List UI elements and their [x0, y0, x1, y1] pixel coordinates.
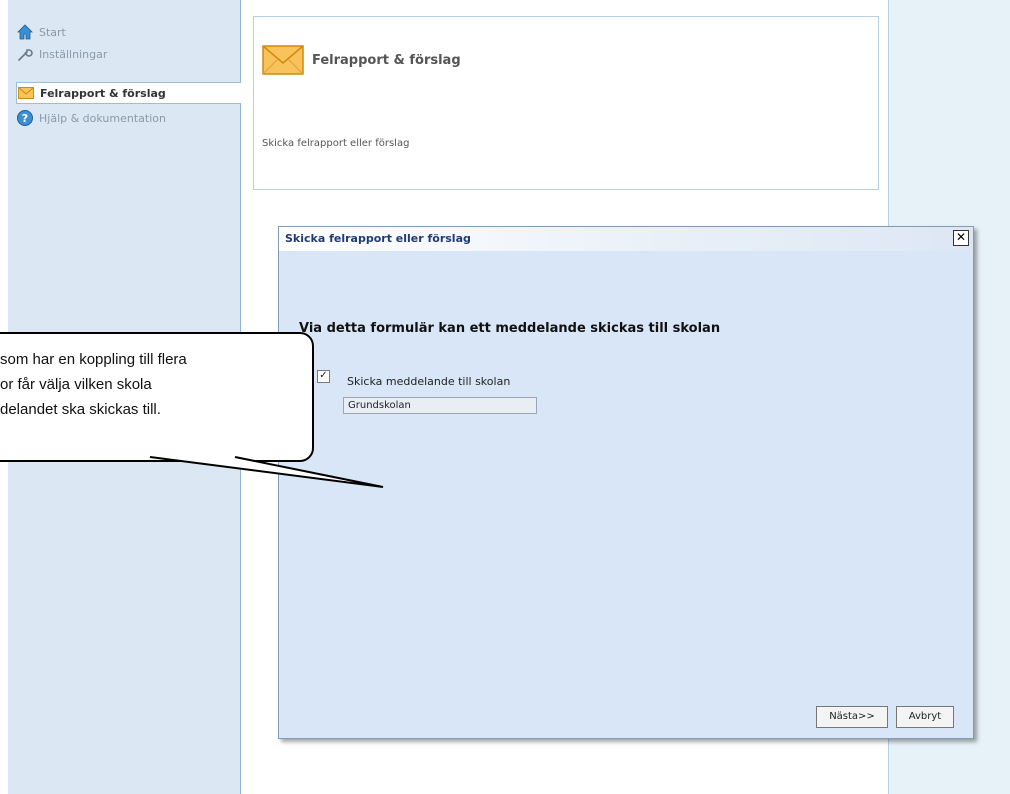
envelope-icon — [17, 84, 35, 102]
sidebar-item-label: Felrapport & förslag — [40, 86, 166, 100]
send-to-school-checkbox[interactable]: ✓ — [317, 370, 330, 383]
sidebar-item-settings[interactable]: Inställningar — [16, 44, 240, 64]
callout-line: or får välja vilken skola — [0, 376, 152, 393]
callout-text: som har en koppling till flera or får vä… — [0, 347, 290, 422]
feedback-dialog: Skicka felrapport eller förslag ✕ Via de… — [278, 226, 974, 739]
sidebar-item-feedback[interactable]: Felrapport & förslag — [16, 82, 241, 104]
page-subtitle: Skicka felrapport eller förslag — [262, 138, 410, 149]
checkbox-label: Skicka meddelande till skolan — [347, 375, 511, 388]
dialog-heading: Via detta formulär kan ett meddelande sk… — [299, 321, 721, 336]
close-button[interactable]: ✕ — [953, 230, 969, 246]
help-icon: ? — [16, 109, 34, 127]
home-icon — [16, 23, 34, 41]
envelope-icon — [262, 45, 304, 79]
dialog-title: Skicka felrapport eller förslag — [285, 232, 471, 245]
close-icon: ✕ — [955, 230, 967, 244]
callout-line: som har en koppling till flera — [0, 351, 187, 368]
cancel-button[interactable]: Avbryt — [896, 706, 954, 728]
sidebar-item-label: Inställningar — [39, 47, 108, 61]
svg-text:?: ? — [22, 112, 28, 125]
page-header: Felrapport & förslag — [253, 16, 879, 103]
page-title: Felrapport & förslag — [312, 53, 461, 68]
dialog-titlebar[interactable]: Skicka felrapport eller förslag ✕ — [279, 227, 973, 251]
sidebar-item-label: Start — [39, 25, 66, 39]
sidebar-item-help[interactable]: ? Hjälp & dokumentation — [16, 108, 240, 128]
wrench-icon — [16, 45, 34, 63]
sidebar-item-label: Hjälp & dokumentation — [39, 111, 166, 125]
sidebar-item-start[interactable]: Start — [16, 22, 240, 42]
next-button[interactable]: Nästa>> — [816, 706, 888, 728]
callout-line: delandet ska skickas till. — [0, 401, 161, 418]
page-subheader: Skicka felrapport eller förslag — [253, 101, 879, 190]
school-field[interactable]: Grundskolan — [343, 397, 537, 414]
